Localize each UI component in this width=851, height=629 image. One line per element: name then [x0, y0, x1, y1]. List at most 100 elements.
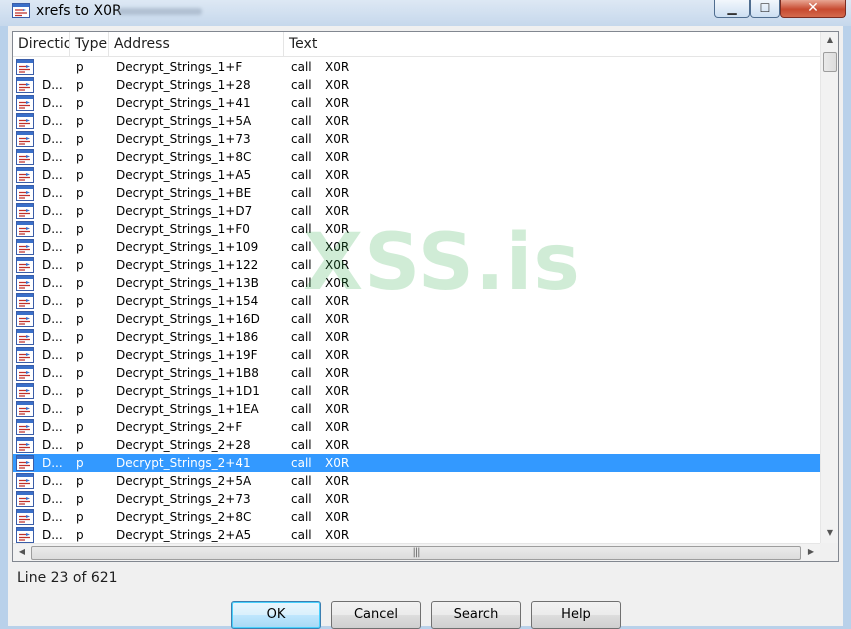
cell-address: Decrypt_Strings_1+1D1	[116, 384, 260, 398]
cell-instruction: call	[291, 96, 312, 110]
cell-instruction: call	[291, 474, 312, 488]
cell-direction: D...	[42, 276, 63, 290]
cell-type: p	[76, 132, 84, 146]
cell-instruction: call	[291, 420, 312, 434]
table-row[interactable]: D... p Decrypt_Strings_1+1D1 call X0R	[13, 382, 820, 400]
xref-icon	[16, 203, 34, 219]
cancel-button[interactable]: Cancel	[331, 601, 421, 629]
table-row[interactable]: D... p Decrypt_Strings_1+A5 call X0R	[13, 166, 820, 184]
cell-type: p	[76, 330, 84, 344]
column-header-text[interactable]: Text	[284, 32, 820, 56]
cell-address: Decrypt_Strings_1+109	[116, 240, 259, 254]
cell-address: Decrypt_Strings_2+5A	[116, 474, 252, 488]
table-row[interactable]: D... p Decrypt_Strings_2+5A call X0R	[13, 472, 820, 490]
table-row[interactable]: D... p Decrypt_Strings_1+F0 call X0R	[13, 220, 820, 238]
table-row[interactable]: D... p Decrypt_Strings_2+41 call X0R	[13, 454, 820, 472]
table-row[interactable]: D... p Decrypt_Strings_1+1B8 call X0R	[13, 364, 820, 382]
horizontal-scrollbar[interactable]: ◀ ||| ▶	[13, 543, 820, 561]
table-row[interactable]: D... p Decrypt_Strings_2+8C call X0R	[13, 508, 820, 526]
table-row[interactable]: D... p Decrypt_Strings_1+28 call X0R	[13, 76, 820, 94]
xref-icon	[16, 437, 34, 453]
xref-icon	[16, 473, 34, 489]
vertical-scrollbar[interactable]: ▲ ▼	[820, 32, 838, 543]
cell-instruction: call	[291, 204, 312, 218]
xref-icon	[16, 293, 34, 309]
table-row[interactable]: D... p Decrypt_Strings_1+154 call X0R	[13, 292, 820, 310]
cell-instruction: call	[291, 222, 312, 236]
scroll-down-icon[interactable]: ▼	[821, 528, 838, 537]
cell-operand: X0R	[325, 60, 350, 74]
cell-instruction: call	[291, 492, 312, 506]
search-button[interactable]: Search	[431, 601, 521, 629]
help-button[interactable]: Help	[531, 601, 621, 629]
table-row[interactable]: D... p Decrypt_Strings_2+28 call X0R	[13, 436, 820, 454]
cell-direction: D...	[42, 78, 63, 92]
scroll-grip-icon: |||	[412, 547, 420, 558]
xref-icon	[16, 383, 34, 399]
cell-operand: X0R	[325, 114, 350, 128]
table-row[interactable]: D... p Decrypt_Strings_1+109 call X0R	[13, 238, 820, 256]
cell-instruction: call	[291, 132, 312, 146]
xref-icon	[16, 221, 34, 237]
cell-operand: X0R	[325, 402, 350, 416]
xref-icon	[16, 419, 34, 435]
cell-direction: D...	[42, 294, 63, 308]
minimize-button[interactable]: ▁	[714, 0, 750, 18]
table-row[interactable]: D... p Decrypt_Strings_1+41 call X0R	[13, 94, 820, 112]
maximize-button[interactable]: ☐	[750, 0, 780, 18]
vertical-scroll-thumb[interactable]	[823, 52, 837, 72]
cell-direction: D...	[42, 186, 63, 200]
cell-instruction: call	[291, 258, 312, 272]
table-row[interactable]: p Decrypt_Strings_1+F call X0R	[13, 58, 820, 76]
cell-type: p	[76, 312, 84, 326]
table-row[interactable]: D... p Decrypt_Strings_1+5A call X0R	[13, 112, 820, 130]
cell-instruction: call	[291, 528, 312, 542]
table-row[interactable]: D... p Decrypt_Strings_1+8C call X0R	[13, 148, 820, 166]
table-row[interactable]: D... p Decrypt_Strings_2+A5 call X0R	[13, 526, 820, 544]
table-row[interactable]: D... p Decrypt_Strings_1+19F call X0R	[13, 346, 820, 364]
cell-direction: D...	[42, 492, 63, 506]
scroll-left-icon[interactable]: ◀	[13, 547, 31, 556]
table-row[interactable]: D... p Decrypt_Strings_2+F call X0R	[13, 418, 820, 436]
ok-button[interactable]: OK	[231, 601, 321, 629]
cell-type: p	[76, 96, 84, 110]
column-header-type[interactable]: Type	[70, 32, 109, 56]
table-row[interactable]: D... p Decrypt_Strings_1+1EA call X0R	[13, 400, 820, 418]
cell-type: p	[76, 240, 84, 254]
cell-address: Decrypt_Strings_1+186	[116, 330, 259, 344]
column-header-direction[interactable]: Directio	[13, 32, 70, 56]
cell-operand: X0R	[325, 456, 350, 470]
horizontal-scroll-thumb[interactable]: |||	[31, 546, 801, 560]
table-row[interactable]: D... p Decrypt_Strings_1+13B call X0R	[13, 274, 820, 292]
close-button[interactable]: ✕	[780, 0, 846, 18]
table-row[interactable]: D... p Decrypt_Strings_1+186 call X0R	[13, 328, 820, 346]
table-row[interactable]: D... p Decrypt_Strings_1+122 call X0R	[13, 256, 820, 274]
table-row[interactable]: D... p Decrypt_Strings_1+16D call X0R	[13, 310, 820, 328]
cell-direction: D...	[42, 258, 63, 272]
scroll-right-icon[interactable]: ▶	[802, 547, 820, 556]
cell-address: Decrypt_Strings_2+F	[116, 420, 243, 434]
cell-address: Decrypt_Strings_1+A5	[116, 168, 252, 182]
column-header-address[interactable]: Address	[109, 32, 284, 56]
scroll-up-icon[interactable]: ▲	[821, 35, 838, 44]
table-row[interactable]: D... p Decrypt_Strings_2+73 call X0R	[13, 490, 820, 508]
cell-operand: X0R	[325, 312, 350, 326]
table-row[interactable]: D... p Decrypt_Strings_1+73 call X0R	[13, 130, 820, 148]
xrefs-list[interactable]: Directio Type Address Text p Decrypt_Stri…	[12, 31, 839, 562]
table-row[interactable]: D... p Decrypt_Strings_1+BE call X0R	[13, 184, 820, 202]
title-bar[interactable]: xrefs to X0R ▁ ☐ ✕	[0, 0, 851, 26]
cell-instruction: call	[291, 510, 312, 524]
cell-address: Decrypt_Strings_1+F	[116, 60, 243, 74]
cell-type: p	[76, 438, 84, 452]
table-row[interactable]: D... p Decrypt_Strings_1+D7 call X0R	[13, 202, 820, 220]
cell-address: Decrypt_Strings_1+73	[116, 132, 251, 146]
cell-instruction: call	[291, 78, 312, 92]
cell-instruction: call	[291, 294, 312, 308]
cell-operand: X0R	[325, 96, 350, 110]
cell-direction: D...	[42, 528, 63, 542]
xref-icon	[16, 95, 34, 111]
xref-icon	[16, 527, 34, 543]
cell-operand: X0R	[325, 276, 350, 290]
cell-operand: X0R	[325, 492, 350, 506]
cell-direction: D...	[42, 222, 63, 236]
